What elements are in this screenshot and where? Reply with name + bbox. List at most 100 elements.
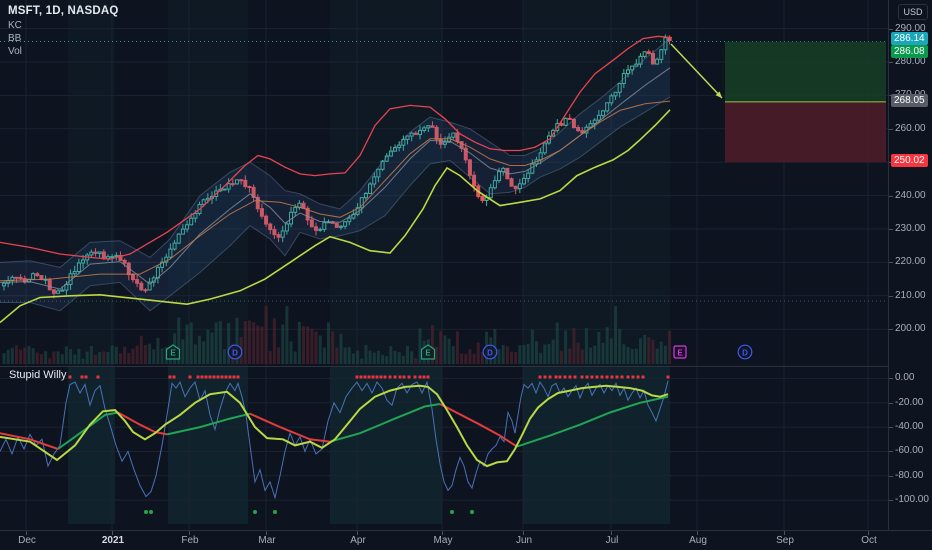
price-tick-label: 260.00 [895,122,926,134]
volume-bar [351,353,355,364]
volume-bar [106,352,110,364]
volume-bar [210,332,214,364]
volume-bar [198,335,202,364]
long-position-tool[interactable] [725,41,886,163]
volume-bar [580,349,584,364]
time-axis[interactable]: Dec 2021 Feb Mar Apr May Jun Jul Aug Sep Oct [0,530,932,550]
volume-bar [514,352,518,364]
currency-button[interactable]: USD [898,4,928,20]
volume-bar [630,348,634,364]
volume-bar [601,342,605,364]
overbought-dot [355,375,359,379]
volume-bar [114,346,118,364]
overbought-dot [413,375,417,379]
overbought-dot [388,375,392,379]
dividend-badge[interactable]: D [737,344,753,360]
volume-bar [247,320,251,364]
volume-bar [52,351,56,364]
volume-bar [381,354,385,364]
main-chart-canvas[interactable]: EDEDED [0,0,888,366]
overbought-dot [558,375,562,379]
overbought-dot [212,375,216,379]
volume-bar [27,346,31,364]
overbought-dot [620,375,624,379]
volume-bar [397,352,401,364]
indicator-legend-bb[interactable]: BB [8,32,119,45]
volume-bar [597,332,601,364]
overbought-dot [188,375,192,379]
loss-zone-box[interactable] [725,101,886,163]
overbought-dot [379,375,383,379]
volume-bar [31,348,35,364]
last-price-label[interactable]: 286.08 [891,44,928,58]
overbought-dot [398,375,402,379]
symbol-title[interactable]: MSFT, 1D, NASDAQ [8,4,119,19]
pane-separator[interactable] [0,366,888,367]
overbought-dot [208,375,212,379]
time-tick-dec: Dec [18,535,36,546]
overbought-dot [371,375,375,379]
overbought-dot [422,375,426,379]
volume-bar [510,351,514,364]
badge-letter: E [425,349,431,358]
oversold-dot [144,510,148,514]
candle-body [646,51,651,54]
dividend-badge[interactable]: D [482,344,498,360]
volume-bar [435,346,439,364]
indicator-legend-kc[interactable]: KC [8,19,119,32]
volume-bar [414,358,418,364]
entry-price-label[interactable]: 268.05 [891,93,928,107]
price-axis[interactable]: USD 290.00280.00270.00260.00250.00240.00… [888,0,932,530]
volume-bar [73,354,77,364]
volume-bar [19,349,23,364]
overbought-dot [590,375,594,379]
overbought-dot [615,375,619,379]
volume-bar [605,327,609,364]
willy-indicator-canvas[interactable] [0,366,888,530]
volume-bar [410,351,414,364]
candle-body [563,117,568,126]
overbought-dot [418,375,422,379]
willy-tick-label: -60.00 [895,445,924,457]
volume-bar [634,348,638,364]
dividend-badge[interactable]: D [227,344,243,360]
volume-bar [447,338,451,364]
volume-bar [343,347,347,364]
volume-bar [368,350,372,364]
volume-bar [464,353,468,364]
stop-price-label[interactable]: 250.02 [891,154,928,168]
willy-tick-label: -100.00 [895,494,929,506]
volume-bar [609,338,613,364]
volume-bar [518,345,522,364]
willy-tick-dash [889,451,893,453]
volume-bar [356,350,360,364]
willy-tick-dash [889,475,893,477]
oversold-dot [450,510,454,514]
candle-body [559,123,564,126]
overbought-dot [585,375,589,379]
time-tick-may: May [433,535,453,546]
price-tick-label: 220.00 [895,256,926,268]
volume-bar [472,353,476,364]
volume-bar [543,344,547,364]
badge-letter: D [742,349,748,358]
volume-bar [185,324,189,364]
volume-bar [626,346,630,364]
volume-bar [48,358,52,364]
volume-bar [14,345,18,364]
upcoming-earnings-badge[interactable]: E [673,345,687,359]
volume-bar [218,321,222,364]
overbought-dot [224,375,228,379]
price-tick-dash [889,28,893,30]
indicator-title[interactable]: Stupid Willy [9,369,66,381]
volume-bar [77,348,81,364]
indicator-legend-vol[interactable]: Vol [8,45,119,58]
oversold-dot [149,510,153,514]
profit-zone-box[interactable] [725,41,886,102]
overbought-dot [563,375,567,379]
alert-price-label[interactable]: 286.14 [891,32,928,46]
volume-bar [202,341,206,364]
willy-tick-label: 0.00 [895,372,915,384]
volume-bar [193,344,197,364]
volume-bar [451,346,455,364]
